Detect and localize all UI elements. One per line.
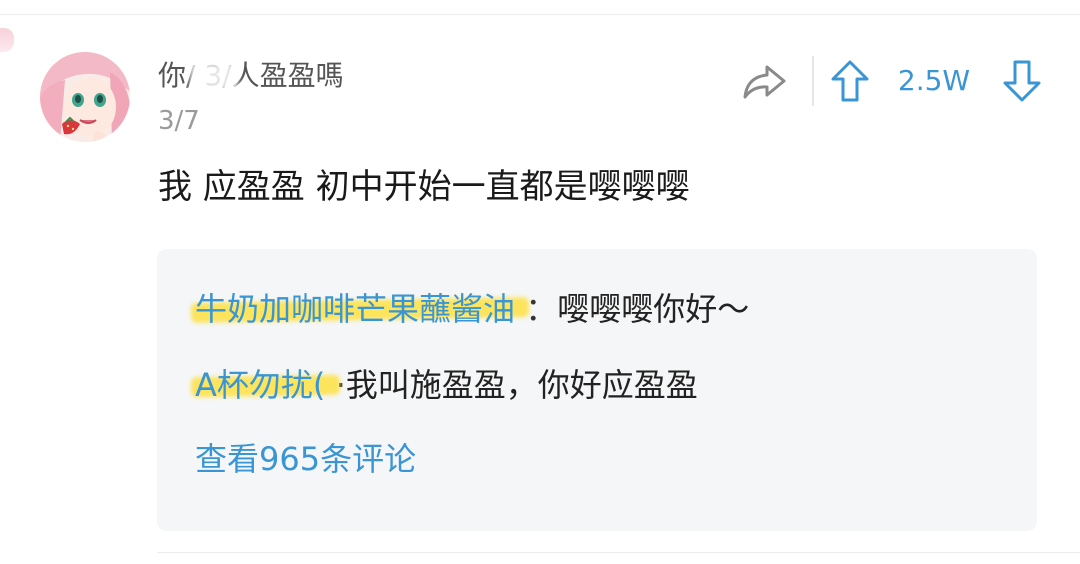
- vote-count: 2.5W: [897, 64, 971, 97]
- upvote-button[interactable]: [828, 56, 872, 106]
- reply-separator: ：: [525, 290, 558, 328]
- reply-text: 嘤嘤嘤你好～: [557, 290, 750, 328]
- avatar[interactable]: [40, 52, 130, 142]
- bottom-divider: [157, 552, 1080, 553]
- arrow-up-icon: [831, 60, 869, 102]
- reply-preview-box[interactable]: 牛奶加咖啡芒果蘸酱油 ：嘤嘤嘤你好～ A杯勿扰( ·我叫施盈盈，你好应盈盈 查看…: [157, 249, 1037, 531]
- post-date: 3/7: [158, 106, 200, 136]
- username[interactable]: 你/ 3/人盈盈嗎: [158, 58, 344, 94]
- arrow-down-icon: [1003, 60, 1041, 102]
- reply-text: 我叫施盈盈，你好应盈盈: [345, 366, 698, 404]
- top-divider: [0, 14, 1080, 15]
- username-obscured-region: [190, 62, 238, 90]
- reply-author-name: A杯勿扰(: [195, 366, 326, 404]
- action-divider: [812, 56, 814, 106]
- comment-text: 我 应盈盈 初中开始一直都是嘤嘤嘤: [158, 167, 690, 207]
- reply-author[interactable]: 牛奶加咖啡芒果蘸酱油: [190, 290, 530, 328]
- reply-author-name: 牛奶加咖啡芒果蘸酱油: [195, 290, 516, 328]
- share-icon: [743, 65, 786, 99]
- downvote-button[interactable]: [1000, 56, 1044, 106]
- share-button[interactable]: [740, 58, 788, 106]
- reply-author[interactable]: A杯勿扰(: [190, 366, 340, 404]
- reply-item[interactable]: 牛奶加咖啡芒果蘸酱油 ：嘤嘤嘤你好～: [190, 287, 750, 331]
- edge-decoration: [0, 28, 14, 52]
- view-all-comments-link[interactable]: 查看965条评论: [195, 437, 416, 481]
- reply-item[interactable]: A杯勿扰( ·我叫施盈盈，你好应盈盈: [190, 363, 698, 407]
